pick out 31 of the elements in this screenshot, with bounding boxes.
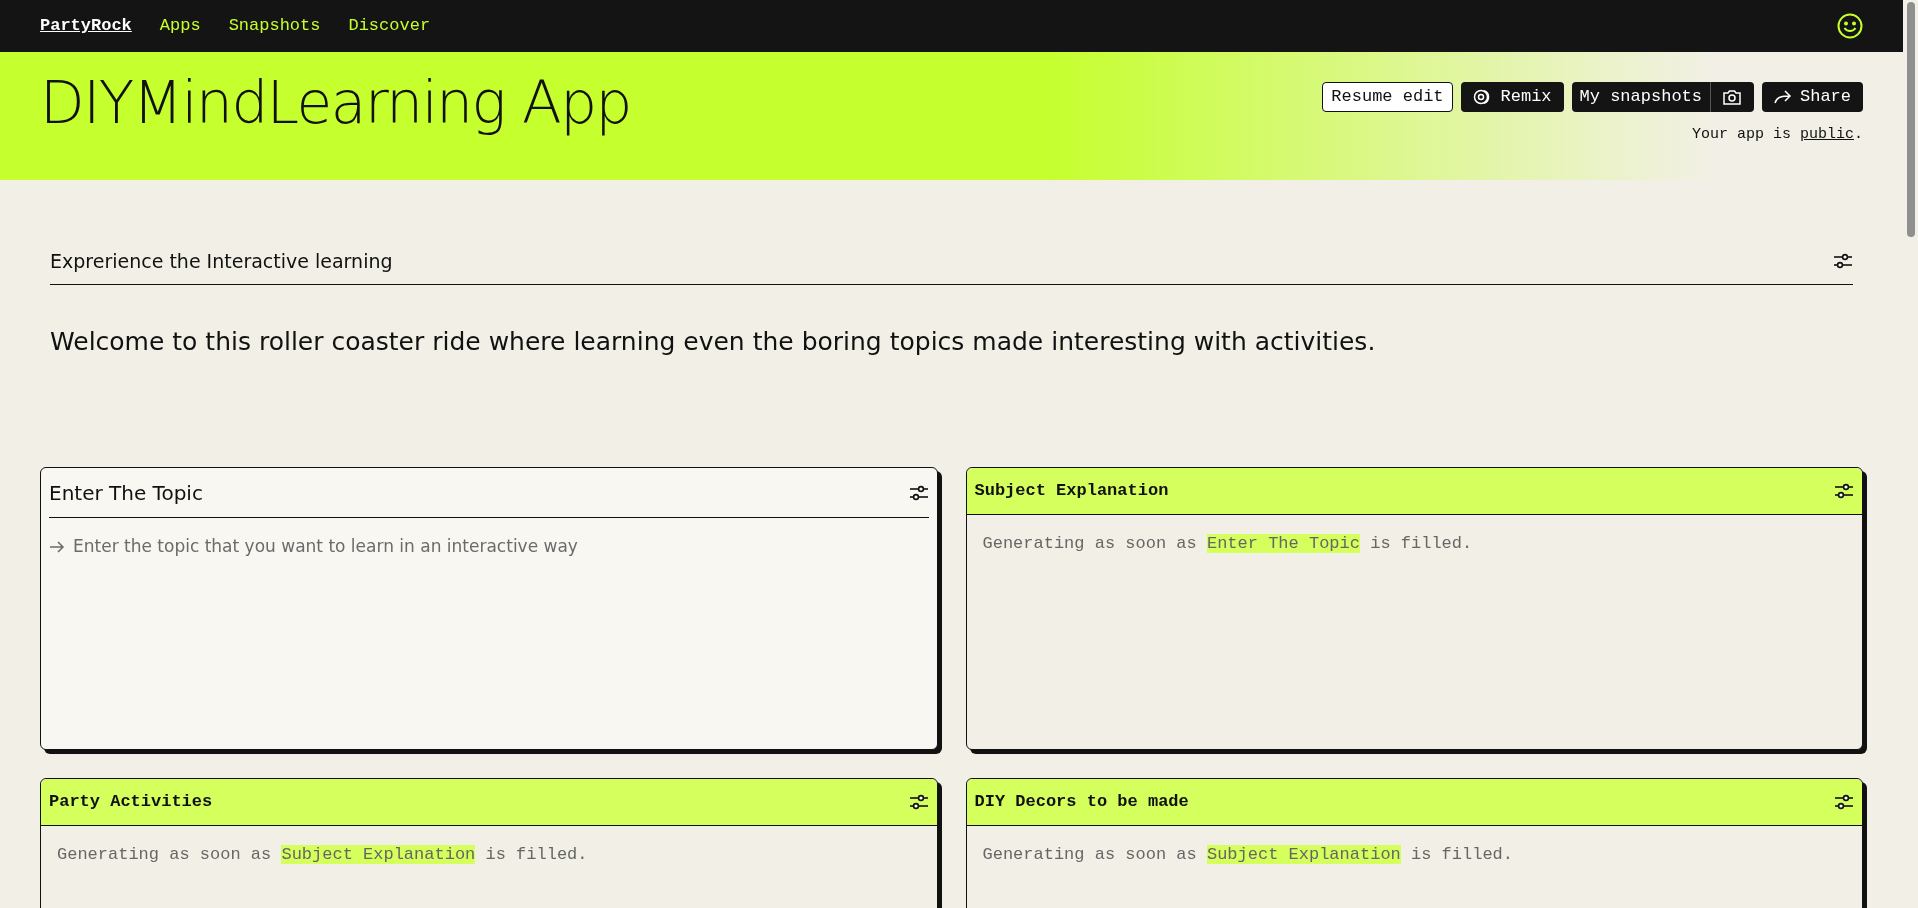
camera-icon [1723, 89, 1742, 105]
arrow-icon [49, 539, 65, 554]
topic-field[interactable]: Enter the topic that you want to learn in an interactive way [49, 534, 929, 560]
status-text: Generating as soon as Subject Explanation is filled. [56, 844, 589, 866]
status-text: Generating as soon as Enter The Topic is filled. [981, 533, 1474, 555]
brand-link[interactable]: PartyRock [40, 13, 132, 39]
card-title: DIY Decors to be made [974, 791, 1189, 814]
snapshots-button[interactable]: My snapshots [1571, 82, 1711, 112]
nav-link[interactable]: Discover [348, 13, 431, 39]
public-link[interactable]: public [1799, 126, 1854, 143]
visibility-text: Your app is public. [1691, 125, 1863, 145]
status-text: Generating as soon as Subject Explanation is filled. [981, 844, 1515, 866]
camera-button[interactable] [1711, 82, 1754, 112]
settings-icon[interactable] [908, 793, 929, 811]
remix-button[interactable]: Remix [1460, 82, 1564, 112]
settings-icon[interactable] [1834, 482, 1854, 500]
app-title: DIYMindLearning App [40, 74, 631, 139]
smiley-icon[interactable] [1837, 13, 1863, 39]
card-title: Party Activities [49, 791, 213, 814]
intro-text: Welcome to this roller coaster ride where learning even the boring topics made interesting with activities. [50, 325, 1377, 358]
card-title: Enter The Topic [49, 479, 203, 507]
section-heading: Exprerience the Interactive learning [50, 249, 393, 274]
settings-icon[interactable] [908, 483, 929, 502]
arrow-icon [1774, 90, 1792, 104]
share-button[interactable]: Share [1762, 82, 1863, 112]
settings-icon[interactable] [1833, 252, 1853, 271]
resume-edit-button[interactable]: Resume edit [1322, 82, 1453, 112]
settings-icon[interactable] [1834, 793, 1854, 811]
nav-link[interactable]: Snapshots [228, 13, 321, 39]
nav-link[interactable]: Apps [159, 13, 201, 39]
card-title: Subject Explanation [974, 480, 1169, 503]
